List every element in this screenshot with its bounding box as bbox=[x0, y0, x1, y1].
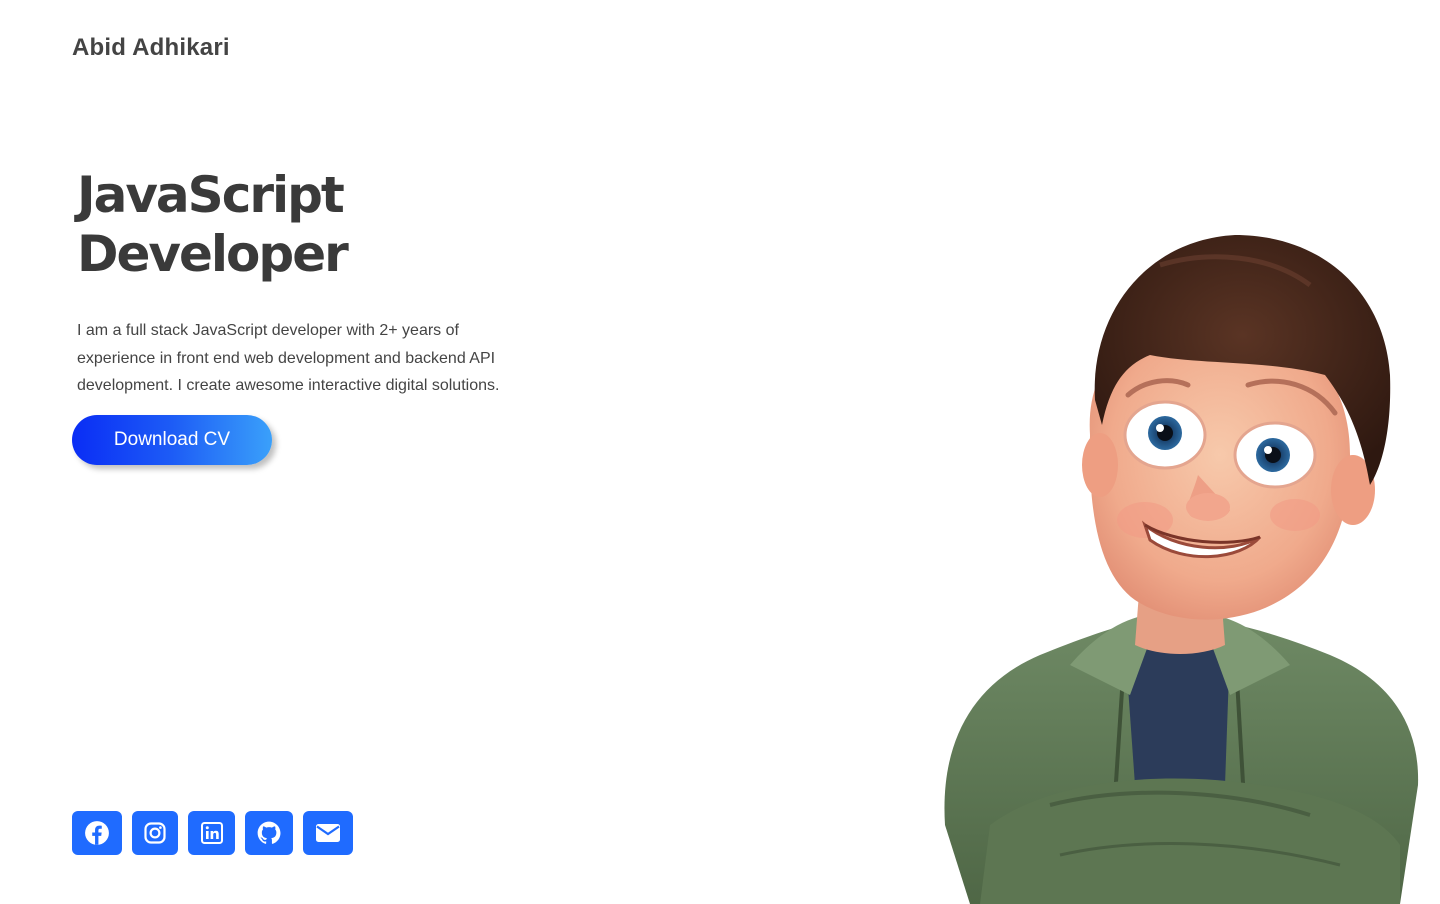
facebook-link[interactable] bbox=[72, 811, 122, 855]
hero-title: JavaScript Developer bbox=[77, 166, 557, 284]
social-links bbox=[72, 811, 353, 855]
hero-title-line-1: JavaScript bbox=[77, 166, 345, 224]
hero-title-line-2: Developer bbox=[77, 225, 349, 283]
portfolio-page: Abid Adhikari JavaScript Developer I am … bbox=[0, 0, 1440, 904]
github-link[interactable] bbox=[245, 811, 293, 855]
email-link[interactable] bbox=[303, 811, 353, 855]
cartoon-avatar-illustration bbox=[944, 235, 1419, 904]
github-icon bbox=[257, 821, 281, 844]
envelope-icon bbox=[316, 824, 340, 842]
linkedin-link[interactable] bbox=[188, 811, 235, 855]
site-brand[interactable]: Abid Adhikari bbox=[72, 34, 230, 62]
facebook-icon bbox=[85, 821, 109, 845]
download-cv-button[interactable]: Download CV bbox=[72, 415, 272, 465]
hero-description: I am a full stack JavaScript developer w… bbox=[77, 322, 500, 394]
linkedin-icon bbox=[200, 822, 223, 844]
instagram-icon bbox=[144, 822, 166, 844]
instagram-link[interactable] bbox=[132, 811, 178, 855]
